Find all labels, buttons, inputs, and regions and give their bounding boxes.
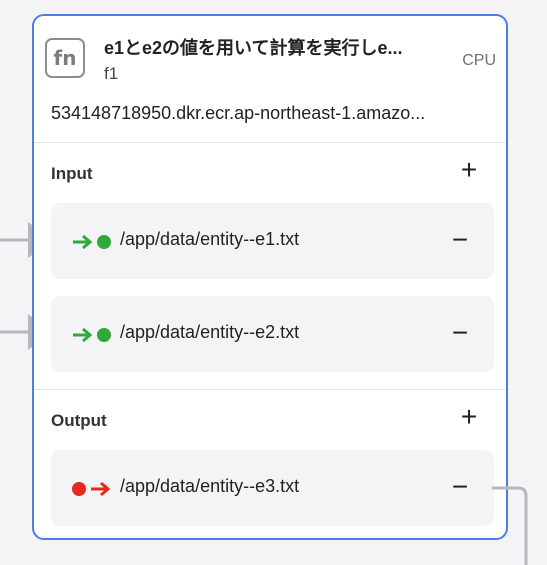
add-output-button[interactable]: + [456,403,482,431]
input-section-title: Input [51,164,93,183]
arrow-right-icon [91,481,111,497]
resource-badge: CPU [462,52,496,69]
remove-output-button[interactable]: − [448,472,472,502]
function-node-card[interactable]: fn e1とe2の値を用いて計算を実行しe... f1 CPU 53414871… [32,14,508,540]
add-input-button[interactable]: + [456,156,482,184]
output-path: /app/data/entity--e3.txt [120,476,300,496]
status-dot-icon [97,235,111,249]
status-dot-icon [97,328,111,342]
remove-input-button[interactable]: − [448,318,472,348]
node-header: fn e1とe2の値を用いて計算を実行しe... f1 CPU 53414871… [34,16,506,143]
input-path: /app/data/entity--e1.txt [120,229,300,249]
remove-input-button[interactable]: − [448,225,472,255]
input-item-e1[interactable]: /app/data/entity--e1.txt − [51,203,494,279]
image-uri: 534148718950.dkr.ecr.ap-northeast-1.amaz… [51,103,426,123]
arrow-right-icon [73,234,93,250]
output-section-title: Output [51,411,107,430]
status-dot-icon [72,482,86,496]
function-icon: fn [45,38,85,78]
input-path: /app/data/entity--e2.txt [120,322,300,342]
arrow-right-icon [73,327,93,343]
node-name: f1 [104,64,119,83]
output-item-e3[interactable]: /app/data/entity--e3.txt − [51,450,494,526]
input-section: Input + /app/data/entity--e1.txt − /app/… [34,143,506,390]
node-title: e1とe2の値を用いて計算を実行しe... [104,38,403,58]
input-item-e2[interactable]: /app/data/entity--e2.txt − [51,296,494,372]
